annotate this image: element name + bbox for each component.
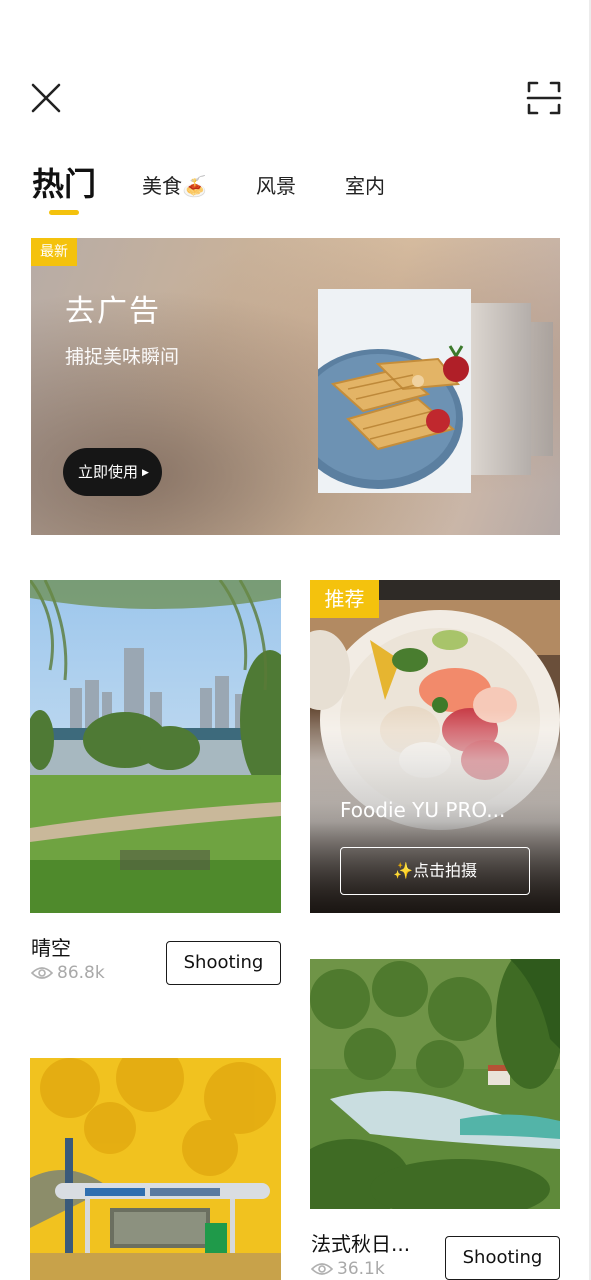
park-skyline-photo — [30, 580, 281, 913]
shooting-button[interactable]: Shooting — [445, 1236, 560, 1280]
waffle-photo — [318, 289, 471, 493]
active-tab-indicator — [49, 210, 79, 215]
play-arrow-icon: ▶ — [142, 467, 149, 478]
banner-title: 去广告 — [65, 294, 161, 329]
template-card-ginkgo[interactable] — [30, 1058, 281, 1280]
scan-frame-icon — [526, 81, 562, 115]
banner-subtitle: 捕捉美味瞬间 — [65, 346, 180, 368]
new-badge: 最新 — [31, 238, 77, 266]
tab-indoor[interactable]: 室内 — [345, 166, 385, 206]
card-title: Foodie YU PRO... — [340, 798, 506, 822]
template-card-river[interactable] — [310, 959, 560, 1209]
eye-icon — [31, 967, 53, 979]
card-views: 86.8k — [31, 963, 105, 983]
tab-scenery[interactable]: 风景 — [256, 166, 296, 206]
close-icon — [31, 83, 61, 113]
card-views: 36.1k — [311, 1259, 385, 1279]
template-card-park[interactable] — [30, 580, 281, 913]
scan-button[interactable] — [526, 80, 562, 116]
tab-hot[interactable]: 热门 — [32, 164, 96, 204]
shooting-button[interactable]: Shooting — [166, 941, 281, 985]
views-count: 36.1k — [337, 1259, 385, 1279]
views-count: 86.8k — [57, 963, 105, 983]
river-waterfall-photo — [310, 959, 560, 1209]
template-card-food[interactable]: 推荐 Foodie YU PRO... ✨点击拍摄 — [310, 580, 560, 913]
card-title: 法式秋日... — [311, 1232, 411, 1256]
category-tabs: 热门 美食🍝 风景 室内 — [32, 164, 572, 224]
close-button[interactable] — [30, 82, 62, 114]
eye-icon — [311, 1263, 333, 1275]
recommended-badge: 推荐 — [310, 580, 379, 618]
use-now-label: 立即使用 — [78, 463, 139, 481]
promo-banner[interactable]: 最新 去广告 捕捉美味瞬间 立即使用 ▶ — [31, 238, 560, 535]
use-now-button[interactable]: 立即使用 ▶ — [63, 448, 162, 496]
tap-to-shoot-button[interactable]: ✨点击拍摄 — [340, 847, 530, 895]
tab-food[interactable]: 美食🍝 — [142, 166, 207, 206]
card-title: 晴空 — [31, 936, 71, 960]
ginkgo-bus-stop-photo — [30, 1058, 281, 1280]
banner-card-stack-middle — [471, 303, 531, 475]
